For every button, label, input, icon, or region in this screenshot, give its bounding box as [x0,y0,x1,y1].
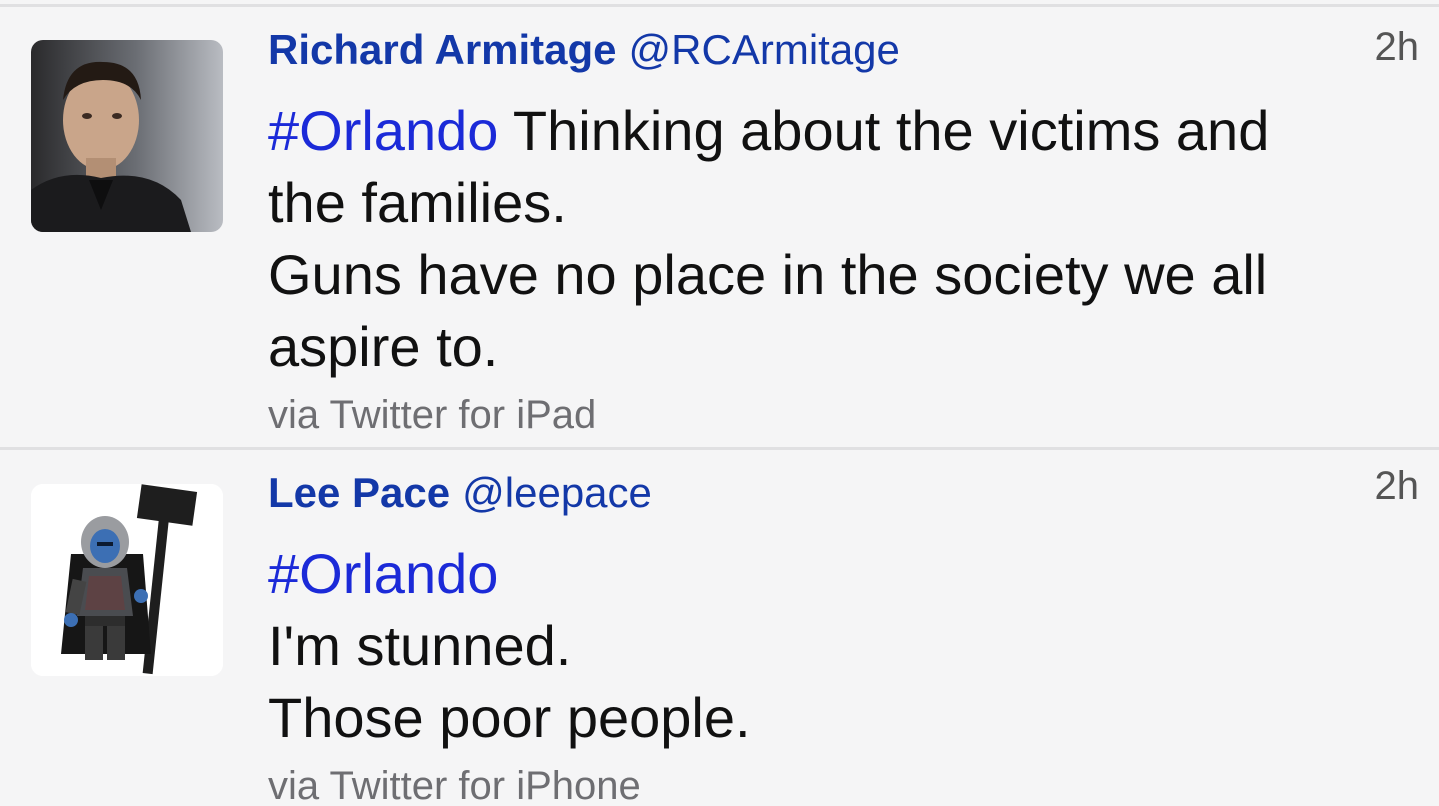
timeline: Richard Armitage @RCArmitage 2h #Orlando … [0,0,1439,806]
user-handle[interactable]: @RCArmitage [629,26,900,73]
avatar-minifigure-icon [31,484,223,676]
tweet-text: #Orlando I'm stunned. Those poor people. [268,538,1398,754]
tweet-text-line: the families. [268,171,567,234]
tweet-source: via Twitter for iPhone [268,764,641,806]
tweet-card[interactable]: Richard Armitage @RCArmitage 2h #Orlando … [0,7,1439,447]
avatar[interactable] [31,40,223,232]
hashtag-link[interactable]: #Orlando [268,99,498,162]
avatar-photo-icon [31,40,223,232]
tweet-header: Lee Pace @leepace [268,468,652,518]
display-name[interactable]: Richard Armitage [268,26,617,73]
user-handle[interactable]: @leepace [462,469,652,516]
tweet-text-line: aspire to. [268,315,499,378]
timestamp: 2h [1374,464,1420,508]
tweet-text-line: Those poor people. [268,686,751,749]
tweet-header: Richard Armitage @RCArmitage [268,25,900,75]
avatar[interactable] [31,484,223,676]
tweet-text-line: #Orlando [268,538,1398,610]
timestamp: 2h [1374,25,1420,69]
tweet-text-segment: Thinking about the victims and [498,99,1270,162]
tweet-text-line: Guns have no place in the society we all [268,243,1268,306]
tweet-text-line: #Orlando Thinking about the victims and [268,95,1398,167]
display-name[interactable]: Lee Pace [268,469,450,516]
tweet-card[interactable]: Lee Pace @leepace 2h #Orlando I'm stunned… [0,450,1439,806]
tweet-text: #Orlando Thinking about the victims and … [268,95,1398,383]
hashtag-link[interactable]: #Orlando [268,542,498,605]
tweet-text-line: I'm stunned. [268,614,572,677]
tweet-source: via Twitter for iPad [268,393,597,437]
